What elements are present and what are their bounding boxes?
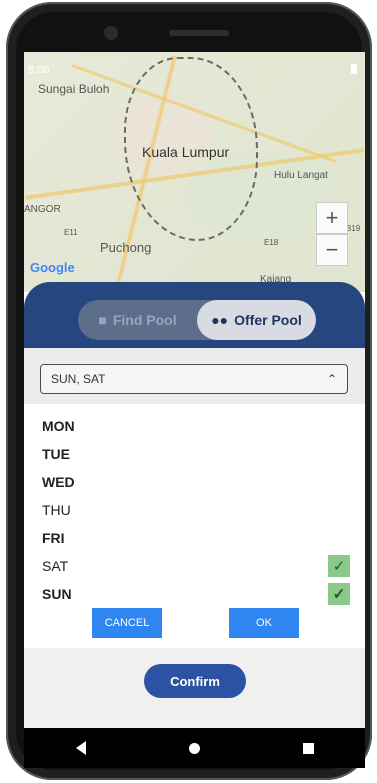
battery-icon — [351, 64, 357, 74]
option-label: WED — [42, 474, 75, 490]
confirm-button[interactable]: Confirm — [144, 664, 246, 698]
map-label: Hulu Langat — [274, 170, 328, 181]
map-view[interactable]: Sungai Buloh Kuala Lumpur Hulu Langat AN… — [24, 52, 365, 292]
check-icon[interactable]: ✓ — [328, 555, 350, 577]
map-label: E11 — [64, 228, 78, 237]
google-logo: Google — [30, 260, 75, 275]
chevron-up-icon[interactable]: ⌃ — [327, 372, 337, 386]
ok-button[interactable]: OK — [229, 608, 299, 638]
option-wed[interactable]: WED — [42, 468, 350, 496]
map-label: E18 — [264, 238, 279, 247]
find-pool-label: Find Pool — [112, 312, 177, 328]
mode-toggle[interactable]: ■ Find Pool ●● Offer Pool — [78, 300, 316, 340]
option-mon[interactable]: MON — [42, 412, 350, 440]
check-icon[interactable]: ✓ — [328, 583, 350, 605]
option-label: SAT — [42, 558, 69, 574]
option-label: FRI — [42, 530, 65, 546]
system-nav-bar — [24, 728, 365, 768]
map-label: Sungai Buloh — [38, 82, 110, 96]
app-screen: Sungai Buloh Kuala Lumpur Hulu Langat AN… — [24, 52, 365, 728]
day-select[interactable]: SUN, SAT ⌃ — [40, 364, 348, 394]
find-pool-tab[interactable]: ■ Find Pool — [78, 300, 197, 340]
option-label: MON — [42, 418, 75, 434]
cancel-button[interactable]: CANCEL — [92, 608, 162, 638]
map-label: Puchong — [100, 240, 152, 255]
offer-pool-label: Offer Pool — [234, 312, 302, 328]
option-label: TUE — [42, 446, 70, 462]
option-fri[interactable]: FRI — [42, 524, 350, 552]
people-icon: ●● — [211, 312, 229, 328]
back-icon[interactable] — [75, 741, 86, 755]
map-label: B19 — [346, 224, 361, 233]
day-options-list: MON TUE WED THU FRI SAT ✓ SUN ✓ — [42, 412, 350, 608]
zoom-out-button[interactable]: − — [316, 234, 348, 266]
front-camera — [104, 26, 118, 40]
option-label: THU — [42, 502, 71, 518]
recents-icon[interactable] — [302, 742, 314, 754]
car-icon: ■ — [98, 312, 107, 328]
earpiece — [169, 30, 229, 36]
option-tue[interactable]: TUE — [42, 440, 350, 468]
option-label: SUN — [42, 586, 72, 602]
offer-pool-tab[interactable]: ●● Offer Pool — [197, 300, 316, 340]
option-sun[interactable]: SUN ✓ — [42, 580, 350, 608]
zoom-in-button[interactable]: + — [316, 202, 348, 234]
option-thu[interactable]: THU — [42, 496, 350, 524]
map-label: ANGOR — [24, 204, 61, 215]
day-select-value: SUN, SAT — [51, 372, 106, 386]
home-icon[interactable] — [188, 742, 200, 754]
status-time: 8:00 — [28, 64, 50, 76]
map-label: Kuala Lumpur — [142, 144, 230, 160]
option-sat[interactable]: SAT ✓ — [42, 552, 350, 580]
